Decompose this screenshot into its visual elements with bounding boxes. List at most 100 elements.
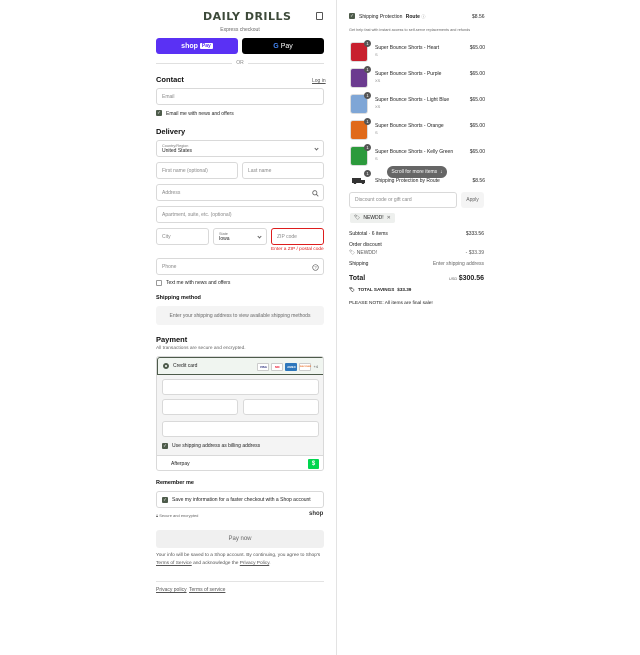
svg-text:?: ?	[314, 265, 317, 270]
tag-icon: 🏷︎	[354, 215, 361, 221]
credit-card-label: Credit card	[173, 363, 198, 369]
info-icon[interactable]: ⓘ	[421, 14, 425, 19]
privacy-policy-link[interactable]: Privacy policy	[156, 587, 187, 593]
item-price: $65.00	[469, 97, 485, 103]
or-divider: OR	[156, 60, 324, 66]
name-on-card-field[interactable]	[162, 421, 319, 437]
shipping-protection-checkbox[interactable]: ✓	[349, 13, 355, 19]
zip-error: Enter a ZIP / postal code	[271, 247, 324, 252]
mastercard-icon: MC	[271, 363, 284, 371]
quantity-badge: 1	[364, 66, 371, 73]
shop-pay-button[interactable]: shop Pay	[156, 38, 238, 54]
last-name-field[interactable]: Last name	[242, 162, 324, 179]
text-checkbox[interactable]	[156, 280, 162, 286]
item-name: Super Bounce Shorts - Light Blue	[375, 97, 450, 103]
line-item: 1 Super Bounce Shorts - Heart S $65.00	[350, 40, 485, 64]
email-field[interactable]: Email	[156, 88, 324, 105]
apply-label: Apply	[466, 197, 479, 203]
terms-link[interactable]: Terms of Service	[156, 561, 192, 566]
discount-code-field[interactable]: Discount code or gift card	[349, 192, 457, 208]
brand-logo[interactable]: DAILY DRILLS	[203, 10, 291, 23]
remember-heading: Remember me	[156, 480, 194, 486]
shipping-value: Enter shipping address	[432, 261, 484, 267]
line-item: 1 Super Bounce Shorts - Orange S $65.00	[350, 118, 485, 142]
checkout-form-panel: DAILY DRILLS Express checkout shop Pay G…	[0, 0, 336, 655]
savings-label: TOTAL SAVINGS	[357, 287, 395, 292]
apartment-field[interactable]: Apartment, suite, etc. (optional)	[156, 206, 324, 223]
close-icon[interactable]: ✕	[387, 215, 391, 221]
total-amount: USD $300.56	[449, 275, 484, 282]
payment-subtitle: All transactions are secure and encrypte…	[156, 346, 246, 351]
pay-now-button[interactable]: Pay now	[156, 530, 324, 548]
first-name-placeholder: First name (optional)	[162, 167, 208, 174]
afterpay-option[interactable]: Afterpay $	[157, 455, 323, 470]
shop-logo: shop	[309, 511, 324, 517]
credit-card-option[interactable]: Credit card VISA MC AMEX DISCOVER +4	[157, 357, 323, 375]
discount-code-row: 🏷︎ NEWDD! - $33.39	[349, 250, 484, 256]
truck-icon	[352, 178, 365, 184]
total-label: Total	[349, 275, 366, 282]
shopping-bag-icon[interactable]	[316, 12, 323, 20]
item-variant: XS	[375, 104, 381, 109]
billing-checkbox[interactable]: ✓	[162, 443, 168, 449]
phone-placeholder: Phone	[162, 263, 177, 270]
savings-row: 🏷︎ TOTAL SAVINGS $33.39	[349, 287, 484, 293]
discount-code-text: NEWDD!	[356, 250, 378, 256]
save-info-checkbox[interactable]: ✓	[162, 496, 168, 503]
quantity-badge: 1	[364, 92, 371, 99]
afterpay-icon: $	[308, 459, 319, 469]
news-checkbox[interactable]: ✓	[156, 110, 162, 116]
city-field[interactable]: City	[156, 228, 209, 245]
amex-icon: AMEX	[285, 363, 298, 371]
card-icons: VISA MC AMEX DISCOVER +4	[257, 363, 318, 371]
terms-of-service-link[interactable]: Terms of service	[189, 587, 225, 593]
security-code-field[interactable]	[243, 399, 319, 415]
privacy-link[interactable]: Privacy Policy	[240, 561, 270, 566]
item-name: Super Bounce Shorts - Orange	[375, 123, 444, 129]
google-pay-button[interactable]: G Pay	[242, 38, 324, 54]
card-number-field[interactable]	[162, 379, 319, 395]
footer-divider	[156, 581, 324, 582]
line-item: 1 Super Bounce Shorts - Light Blue XS $6…	[350, 92, 485, 116]
item-name: Super Bounce Shorts - Kelly Green	[375, 149, 454, 155]
shipping-protection-desc: Get help fast with instant access to sel…	[349, 28, 471, 32]
route-logo: Route	[405, 14, 420, 20]
item-price: $65.00	[469, 149, 485, 155]
scroll-more-button[interactable]: Scroll for more items ↓	[387, 166, 447, 178]
payment-methods: Credit card VISA MC AMEX DISCOVER +4 ✓ U…	[156, 356, 324, 471]
legal-mid: and acknowledge the	[193, 560, 239, 566]
item-variant: S	[375, 130, 378, 135]
item-name: Super Bounce Shorts - Purple	[375, 71, 442, 77]
savings-value: $33.39	[397, 287, 412, 292]
credit-card-radio[interactable]	[163, 363, 169, 369]
zip-field[interactable]: ZIP code	[271, 228, 324, 245]
apply-button[interactable]: Apply	[461, 192, 484, 208]
lock-icon: 🔒︎	[156, 513, 159, 518]
tag-icon: 🏷︎	[349, 287, 355, 292]
first-name-field[interactable]: First name (optional)	[156, 162, 238, 179]
save-info-box[interactable]: ✓ Save my information for a faster check…	[156, 491, 324, 508]
tag-icon: 🏷︎	[349, 250, 356, 256]
total-row: Total USD $300.56	[349, 275, 484, 282]
secure-text: 🔒︎ Secure and encrypted	[156, 513, 198, 518]
city-placeholder: City	[162, 233, 171, 240]
zip-placeholder: ZIP code	[277, 233, 297, 240]
contact-heading: Contact	[156, 75, 184, 84]
phone-field[interactable]: Phone ?	[156, 258, 324, 275]
subtotal-row: Subtotal · 6 items $333.56	[349, 231, 484, 237]
address-field[interactable]: Address	[156, 184, 324, 201]
shipping-method-notice-text: Enter your shipping address to view avai…	[169, 312, 311, 319]
legal-text: Your info will be saved to a Shop accoun…	[156, 552, 326, 567]
quantity-badge: 1	[364, 40, 371, 47]
email-placeholder: Email	[162, 93, 175, 100]
line-item: 1 Super Bounce Shorts - Kelly Green S $6…	[350, 144, 485, 168]
country-select[interactable]: Country/Region United States	[156, 140, 324, 157]
login-link[interactable]: Log in	[312, 78, 326, 84]
item-price: $65.00	[469, 71, 485, 77]
line-item: 1 Super Bounce Shorts - Purple XS $65.00	[350, 66, 485, 90]
expiry-field[interactable]	[162, 399, 238, 415]
help-circle-icon[interactable]: ?	[312, 264, 319, 271]
legal-line: Your info will be saved to a Shop accoun…	[156, 553, 321, 558]
state-select[interactable]: State Iowa	[213, 228, 267, 245]
payment-heading: Payment	[156, 335, 188, 344]
